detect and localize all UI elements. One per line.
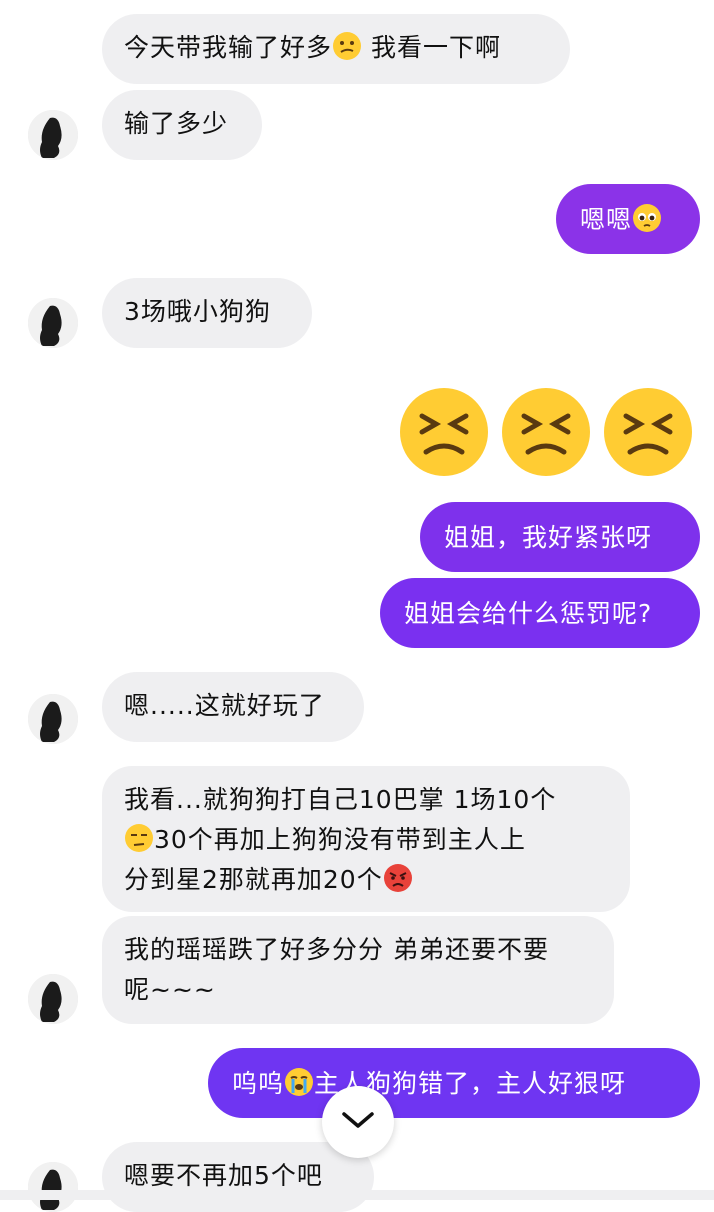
incoming-message[interactable]: 我看...就狗狗打自己10巴掌 1场10个 30个再加上狗狗没有带到主人上 分到… <box>102 766 630 912</box>
message-text: 输了多少 <box>124 109 229 138</box>
outgoing-message[interactable]: 嗯嗯 <box>556 184 700 254</box>
message-text: 嗯.....这就好玩了 <box>124 691 325 720</box>
message-text: 姐姐会给什么惩罚呢? <box>404 599 653 628</box>
incoming-message[interactable]: 我的瑶瑶跌了好多分分 弟弟还要不要 呢~~~ <box>102 916 614 1024</box>
incoming-message[interactable]: 3场哦小狗狗 <box>102 278 312 348</box>
message-text: 3场哦小狗狗 <box>124 297 271 326</box>
composer-edge <box>0 1190 714 1200</box>
unamused-face-icon <box>124 823 154 853</box>
incoming-message[interactable]: 嗯要不再加5个吧 <box>102 1142 374 1212</box>
incoming-message[interactable]: 嗯.....这就好玩了 <box>102 672 364 742</box>
incoming-message[interactable]: 输了多少 <box>102 90 262 160</box>
message-text: 今天带我输了好多 <box>124 33 333 62</box>
avatar[interactable] <box>28 298 78 348</box>
incoming-message[interactable]: 今天带我输了好多 我看一下啊 <box>102 14 570 84</box>
message-text: 姐姐，我好紧张呀 <box>444 523 653 552</box>
avatar[interactable] <box>28 974 78 1024</box>
message-line: 呢~~~ <box>124 975 216 1004</box>
message-line: 30个再加上狗狗没有带到主人上 <box>124 820 608 860</box>
confused-face-icon <box>332 31 362 61</box>
outgoing-message[interactable]: 姐姐，我好紧张呀 <box>420 502 700 572</box>
avatar[interactable] <box>28 694 78 744</box>
persevering-face-icon[interactable] <box>500 386 592 478</box>
message-text: 呜呜 <box>232 1069 285 1098</box>
message-text-tail: 我看一下啊 <box>362 33 501 62</box>
crying-face-icon <box>284 1067 314 1097</box>
avatar[interactable] <box>28 1162 78 1212</box>
persevering-face-icon[interactable] <box>602 386 694 478</box>
message-line: 我看...就狗狗打自己10巴掌 1场10个 <box>124 785 557 814</box>
message-line: 分到星2那就再加20个 <box>124 860 608 900</box>
chevron-down-icon <box>341 1110 375 1134</box>
angry-face-icon <box>383 863 413 893</box>
message-text: 嗯要不再加5个吧 <box>124 1161 323 1190</box>
avatar[interactable] <box>28 110 78 160</box>
persevering-face-icon[interactable] <box>398 386 490 478</box>
scroll-down-button[interactable] <box>322 1086 394 1158</box>
outgoing-message[interactable]: 呜呜 主人狗狗错了，主人好狠呀 <box>208 1048 700 1118</box>
outgoing-message[interactable]: 姐姐会给什么惩罚呢? <box>380 578 700 648</box>
pleading-face-icon <box>632 203 662 233</box>
message-line: 我的瑶瑶跌了好多分分 弟弟还要不要 <box>124 935 549 964</box>
message-text: 嗯嗯 <box>580 205 633 234</box>
